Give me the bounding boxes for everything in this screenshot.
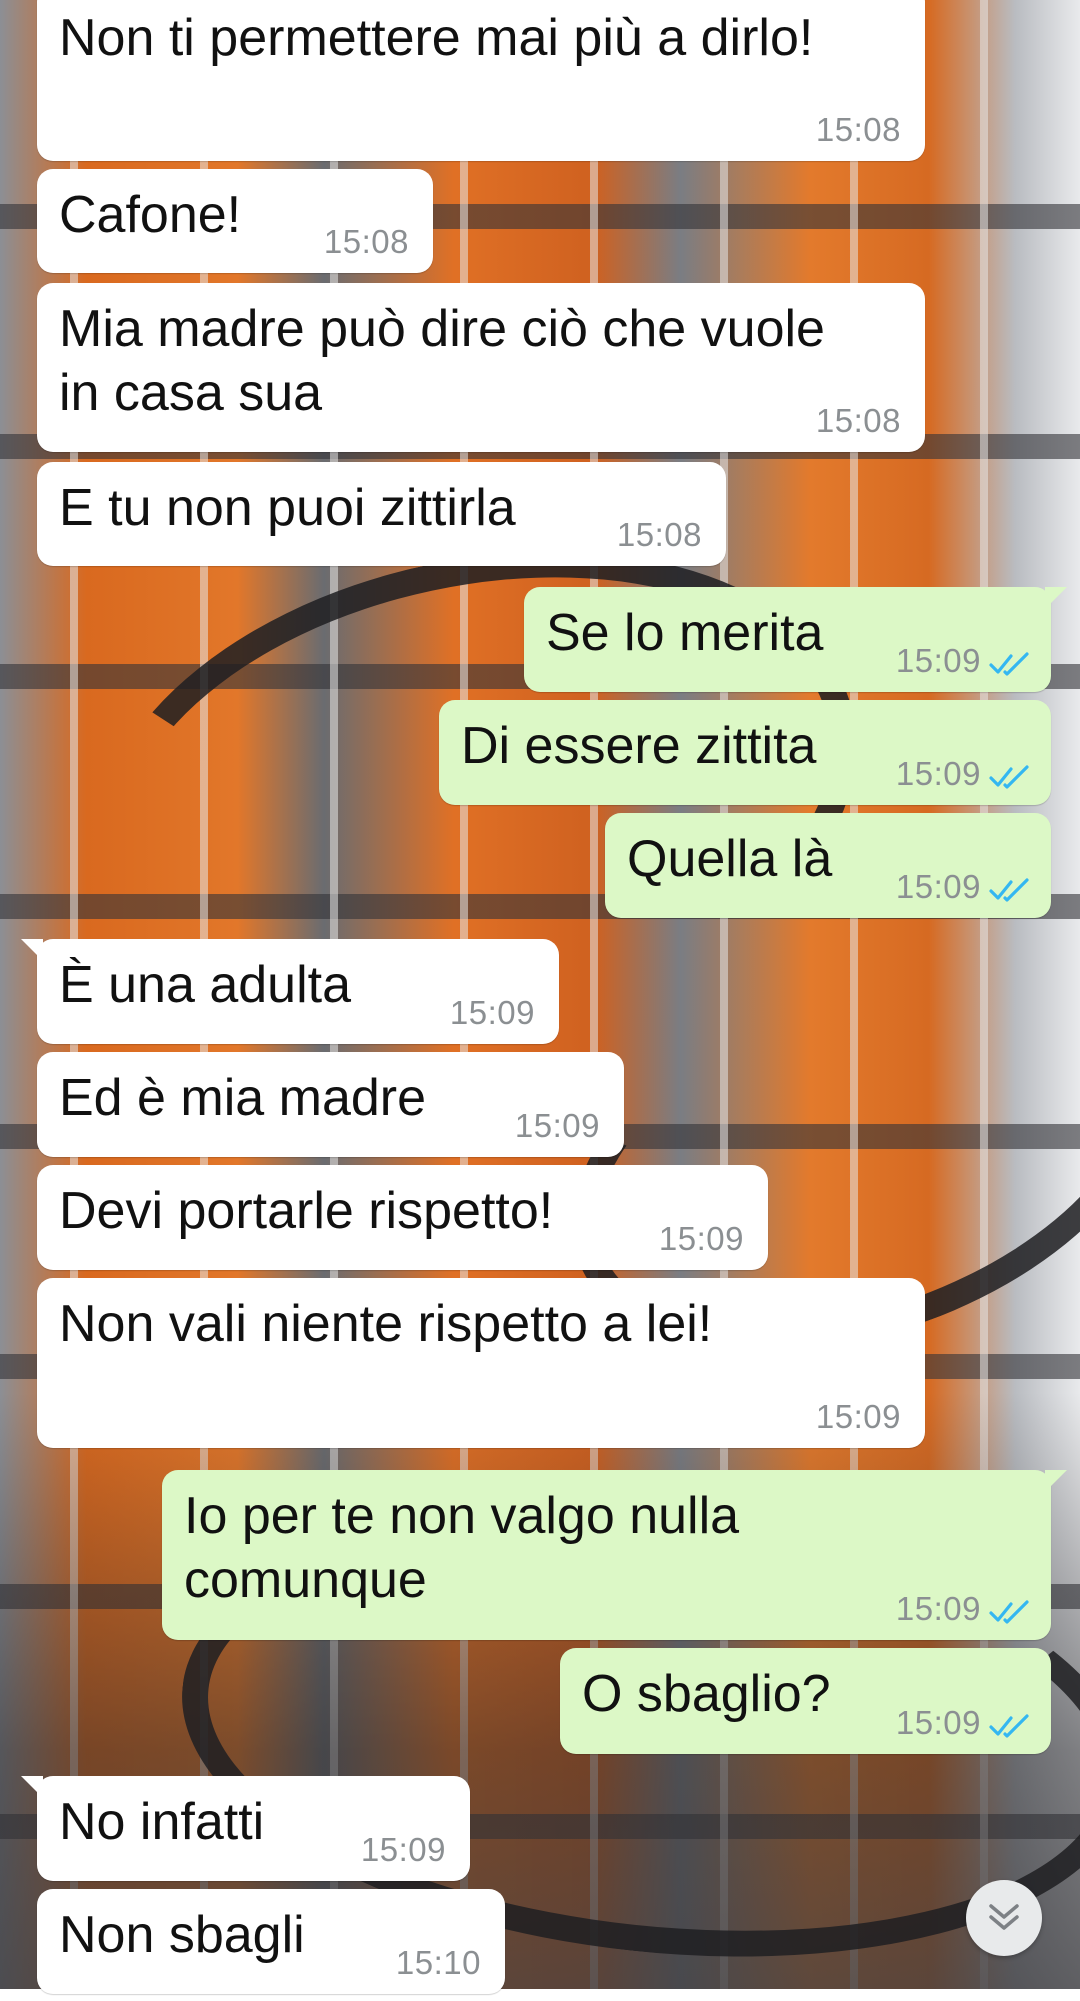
message-text: E tu non puoi zittirla xyxy=(59,479,516,537)
message-time: 15:09 xyxy=(815,1398,901,1435)
outgoing-message[interactable]: Se lo merita 15:09 xyxy=(524,587,1067,692)
incoming-message[interactable]: Non vali niente rispetto a lei! 15:09 xyxy=(37,1278,925,1448)
incoming-message[interactable]: Non sbagli 15:10 xyxy=(37,1889,505,1994)
chevron-double-down-icon xyxy=(989,1904,1019,1930)
message-time: 15:09 xyxy=(895,642,981,679)
double-check-icon xyxy=(989,652,1029,676)
incoming-message[interactable]: Mia madre può dire ciò che vuole in casa… xyxy=(37,283,925,452)
message-text: Quella là xyxy=(627,830,833,888)
message-time: 15:08 xyxy=(616,516,702,553)
outgoing-message[interactable]: O sbaglio? 15:09 xyxy=(560,1648,1051,1754)
message-text: Di essere zittita xyxy=(461,717,817,775)
message-time: 15:09 xyxy=(895,1704,981,1741)
message-text: Devi portarle rispetto! xyxy=(59,1182,554,1240)
incoming-message[interactable]: No infatti 15:09 xyxy=(21,1776,470,1881)
incoming-message[interactable]: Devi portarle rispetto! 15:09 xyxy=(37,1165,768,1270)
outgoing-message[interactable]: Quella là 15:09 xyxy=(605,813,1051,918)
message-time: 15:08 xyxy=(323,223,409,260)
message-text: Cafone! xyxy=(59,186,242,244)
scroll-to-bottom-button[interactable] xyxy=(966,1880,1042,1956)
message-time: 15:09 xyxy=(895,868,981,905)
message-text: Ed è mia madre xyxy=(59,1069,427,1127)
double-check-icon xyxy=(989,1714,1029,1738)
message-time: 15:09 xyxy=(895,755,981,792)
message-time: 15:09 xyxy=(514,1107,600,1144)
message-text: È una adulta xyxy=(59,956,352,1014)
message-time: 15:09 xyxy=(895,1590,981,1627)
incoming-message[interactable]: E tu non puoi zittirla 15:08 xyxy=(37,462,726,566)
double-check-icon xyxy=(989,878,1029,902)
incoming-message[interactable]: Ed è mia madre 15:09 xyxy=(37,1052,624,1157)
message-list[interactable]: Non ti permettere mai più a dirlo! 15:08… xyxy=(0,0,1080,1994)
message-time: 15:08 xyxy=(815,402,901,439)
message-text: Io per te non valgo nulla comunque xyxy=(184,1487,740,1609)
double-check-icon xyxy=(989,765,1029,789)
message-text: No infatti xyxy=(59,1793,265,1851)
message-time: 15:09 xyxy=(360,1831,446,1868)
message-text: Non sbagli xyxy=(59,1906,305,1964)
message-time: 15:09 xyxy=(449,994,535,1031)
incoming-message[interactable]: Cafone! 15:08 xyxy=(37,169,433,273)
message-time: 15:09 xyxy=(658,1220,744,1257)
outgoing-message[interactable]: Io per te non valgo nulla comunque 15:09 xyxy=(162,1470,1067,1640)
outgoing-message[interactable]: Di essere zittita 15:09 xyxy=(439,700,1051,805)
message-text: Non ti permettere mai più a dirlo! xyxy=(59,9,814,67)
message-text: Mia madre può dire ciò che vuole in casa… xyxy=(59,300,825,422)
incoming-message[interactable]: È una adulta 15:09 xyxy=(21,939,559,1044)
message-text: Non vali niente rispetto a lei! xyxy=(59,1295,713,1353)
message-time: 15:08 xyxy=(815,111,901,148)
message-text: O sbaglio? xyxy=(582,1665,831,1723)
incoming-message[interactable]: Non ti permettere mai più a dirlo! 15:08 xyxy=(37,0,925,161)
message-time: 15:10 xyxy=(395,1944,481,1981)
message-text: Se lo merita xyxy=(546,604,824,662)
double-check-icon xyxy=(989,1600,1029,1624)
